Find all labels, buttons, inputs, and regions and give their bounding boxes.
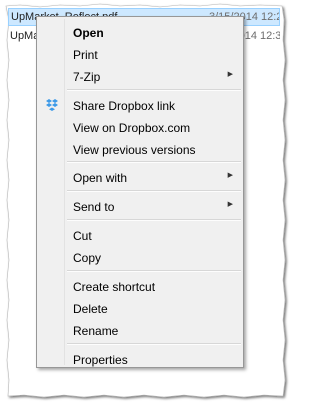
menu-item-label: Create shortcut — [73, 280, 156, 294]
menu-item-create-shortcut[interactable]: Create shortcut — [39, 276, 241, 296]
menu-item-label: Delete — [73, 302, 108, 316]
menu-item-cut[interactable]: Cut — [39, 225, 241, 245]
menu-item-label: Cut — [73, 229, 92, 243]
menu-item-label: Open — [73, 26, 104, 40]
menu-item-share-dropbox-link[interactable]: Share Dropbox link — [39, 95, 241, 115]
menu-item-label: Copy — [73, 251, 102, 265]
menu-item-label: Open with — [73, 171, 128, 185]
submenu-arrow-icon: ▶ — [227, 172, 233, 179]
menu-item-label: Share Dropbox link — [73, 99, 176, 113]
menu-item-send-to[interactable]: Send to ▶ — [39, 196, 241, 216]
submenu-arrow-icon: ▶ — [227, 71, 233, 78]
menu-item-label: Properties — [73, 353, 128, 367]
menu-item-label: 7-Zip — [73, 70, 101, 84]
menu-item-open-with[interactable]: Open with ▶ — [39, 167, 241, 187]
menu-separator — [67, 190, 241, 192]
menu-item-label: Print — [73, 48, 98, 62]
context-menu: Open Print 7-Zip ▶ Share Dropbox link View on… — [36, 16, 244, 368]
menu-item-label: View previous versions — [73, 143, 196, 157]
menu-item-7-zip[interactable]: 7-Zip ▶ — [39, 66, 241, 86]
menu-separator — [67, 219, 241, 221]
menu-item-properties[interactable]: Properties — [39, 349, 241, 369]
menu-item-label: Send to — [73, 200, 115, 214]
dropbox-icon — [45, 98, 59, 112]
menu-item-copy[interactable]: Copy — [39, 247, 241, 267]
menu-separator — [67, 161, 241, 163]
menu-item-label: Rename — [73, 324, 119, 338]
menu-separator — [67, 89, 241, 91]
menu-item-rename[interactable]: Rename — [39, 320, 241, 340]
menu-item-view-on-dropbox-com[interactable]: View on Dropbox.com — [39, 117, 241, 137]
submenu-arrow-icon: ▶ — [227, 201, 233, 208]
menu-separator — [67, 343, 241, 345]
menu-separator — [67, 270, 241, 272]
menu-item-delete[interactable]: Delete — [39, 298, 241, 318]
menu-item-view-previous-versions[interactable]: View previous versions — [39, 139, 241, 159]
menu-item-print[interactable]: Print — [39, 44, 241, 64]
menu-item-label: View on Dropbox.com — [73, 121, 191, 135]
menu-item-open[interactable]: Open — [39, 22, 241, 42]
